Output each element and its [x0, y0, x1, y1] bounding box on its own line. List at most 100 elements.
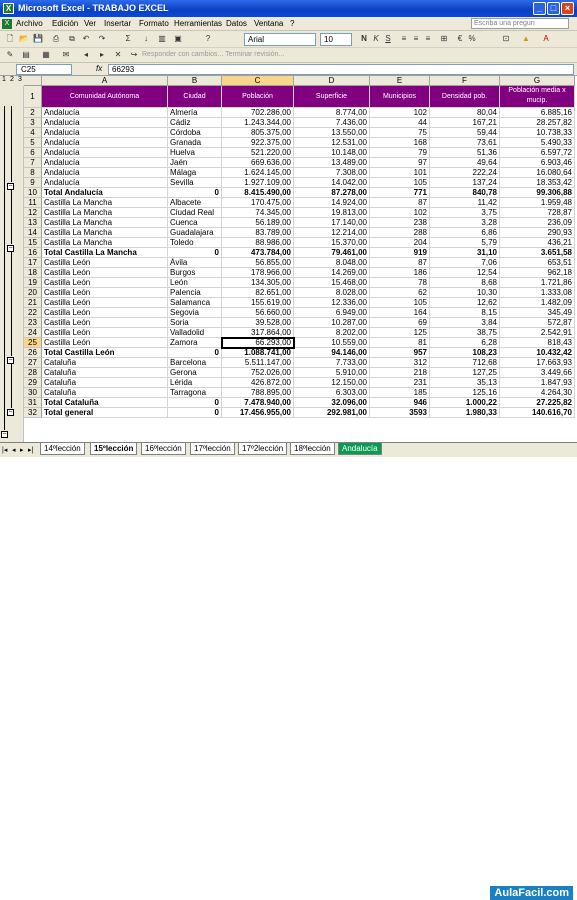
cell[interactable]: Castilla León [42, 288, 168, 298]
cell[interactable]: 74.345,00 [222, 208, 294, 218]
column-title[interactable]: Superficie [294, 86, 370, 108]
column-header-g[interactable]: G [500, 76, 575, 86]
cell[interactable]: 3,84 [430, 318, 500, 328]
cell[interactable]: 1.482,09 [500, 298, 575, 308]
percent-icon[interactable]: % [466, 33, 478, 45]
cell[interactable]: 8.415.490,00 [222, 188, 294, 198]
cell[interactable]: 186 [370, 268, 430, 278]
menu-ventana[interactable]: Ventana [254, 19, 283, 28]
cell[interactable]: Andalucía [42, 178, 168, 188]
cell[interactable]: 178.966,00 [222, 268, 294, 278]
row-header[interactable]: 21 [24, 298, 42, 308]
cell[interactable]: 27.225,82 [500, 398, 575, 408]
row-header[interactable]: 23 [24, 318, 42, 328]
cell[interactable]: Castilla León [42, 308, 168, 318]
cell[interactable]: 28.257,82 [500, 118, 575, 128]
cell[interactable]: Ciudad Real [168, 208, 222, 218]
cell[interactable]: 3,75 [430, 208, 500, 218]
cell[interactable]: Castilla La Mancha [42, 208, 168, 218]
new-icon[interactable]: 🗋 [4, 33, 16, 45]
cell[interactable]: 125,16 [430, 388, 500, 398]
cell[interactable]: Total Andalucía [42, 188, 168, 198]
row-header[interactable]: 28 [24, 368, 42, 378]
cell[interactable]: 125 [370, 328, 430, 338]
cell[interactable]: 137,24 [430, 178, 500, 188]
minimize-icon[interactable]: _ [533, 2, 546, 15]
cell[interactable]: 185 [370, 388, 430, 398]
align-right-icon[interactable]: ≡ [422, 33, 434, 45]
close-icon[interactable]: × [561, 2, 574, 15]
column-header-c[interactable]: C [222, 76, 294, 86]
outline-level-3[interactable]: 3 [16, 76, 24, 83]
cell[interactable]: 14.269,00 [294, 268, 370, 278]
cell[interactable]: Total general [42, 408, 168, 418]
cell[interactable]: 290,93 [500, 228, 575, 238]
cell[interactable]: Castilla León [42, 338, 168, 348]
menu-datos[interactable]: Datos [226, 19, 247, 28]
row-header[interactable]: 4 [24, 128, 42, 138]
fx-icon[interactable]: fx [96, 64, 102, 73]
sheet-tab-17-2[interactable]: 17º2lección [238, 443, 288, 455]
cell[interactable]: 5.490,33 [500, 138, 575, 148]
cell[interactable]: Andalucía [42, 118, 168, 128]
cell[interactable]: 788.895,00 [222, 388, 294, 398]
menu-help[interactable]: ? [290, 19, 294, 28]
row-header[interactable]: 3 [24, 118, 42, 128]
cell[interactable]: 78 [370, 278, 430, 288]
outline-level-1[interactable]: 1 [0, 76, 8, 83]
cell[interactable]: 805.375,00 [222, 128, 294, 138]
help-icon[interactable]: ? [202, 33, 214, 45]
cell[interactable]: Total Cataluña [42, 398, 168, 408]
row-header[interactable]: 25 [24, 338, 42, 348]
row-header[interactable]: 18 [24, 268, 42, 278]
underline-icon[interactable]: S [382, 33, 394, 45]
cell[interactable]: 0 [168, 408, 222, 418]
print-icon[interactable]: ⎙ [50, 33, 62, 45]
font-color-icon[interactable]: A [540, 33, 552, 45]
cell[interactable]: 18.353,42 [500, 178, 575, 188]
cell[interactable]: 80,04 [430, 108, 500, 118]
merge-icon[interactable]: ⊞ [438, 33, 450, 45]
column-title[interactable]: Población [222, 86, 294, 108]
cell[interactable]: 728,87 [500, 208, 575, 218]
row-header[interactable]: 13 [24, 218, 42, 228]
cell[interactable]: 15.468,00 [294, 278, 370, 288]
reply-icon[interactable]: ↪ [128, 49, 140, 61]
cell[interactable]: 1.088.741,00 [222, 348, 294, 358]
cell[interactable]: 426.872,00 [222, 378, 294, 388]
comment-icon[interactable]: ✎ [4, 49, 16, 61]
cell[interactable]: 7.733,00 [294, 358, 370, 368]
cell[interactable]: 6.303,00 [294, 388, 370, 398]
cell[interactable]: 167,21 [430, 118, 500, 128]
row-header[interactable]: 20 [24, 288, 42, 298]
column-title[interactable]: Densidad pob. [430, 86, 500, 108]
cell[interactable]: 12.214,00 [294, 228, 370, 238]
cell[interactable]: 1.333,08 [500, 288, 575, 298]
cell[interactable]: Castilla León [42, 278, 168, 288]
font-name-select[interactable]: Arial [244, 33, 316, 46]
save-icon[interactable]: 💾 [32, 33, 44, 45]
cell[interactable]: 38,75 [430, 328, 500, 338]
cell[interactable]: 236,09 [500, 218, 575, 228]
cell[interactable]: 292.981,00 [294, 408, 370, 418]
collapse-andalucia-icon[interactable]: − [7, 183, 14, 190]
cell[interactable]: 572,87 [500, 318, 575, 328]
cell[interactable]: 127,25 [430, 368, 500, 378]
row-header[interactable]: 30 [24, 388, 42, 398]
cell[interactable]: 962,18 [500, 268, 575, 278]
cell[interactable]: 101 [370, 168, 430, 178]
row-header[interactable]: 29 [24, 378, 42, 388]
row-header[interactable]: 24 [24, 328, 42, 338]
cell[interactable]: 87 [370, 258, 430, 268]
cell[interactable]: 231 [370, 378, 430, 388]
cell[interactable]: Tarragona [168, 388, 222, 398]
cell[interactable]: 13.550,00 [294, 128, 370, 138]
undo-icon[interactable]: ↶ [80, 33, 92, 45]
cell[interactable]: Andalucía [42, 158, 168, 168]
cell[interactable]: 1.721,86 [500, 278, 575, 288]
cell[interactable]: 3593 [370, 408, 430, 418]
menu-archivo[interactable]: Archivo [16, 19, 43, 28]
row-header[interactable]: 1 [24, 86, 42, 108]
cell[interactable]: 919 [370, 248, 430, 258]
collapse-total-icon[interactable]: − [1, 431, 8, 438]
